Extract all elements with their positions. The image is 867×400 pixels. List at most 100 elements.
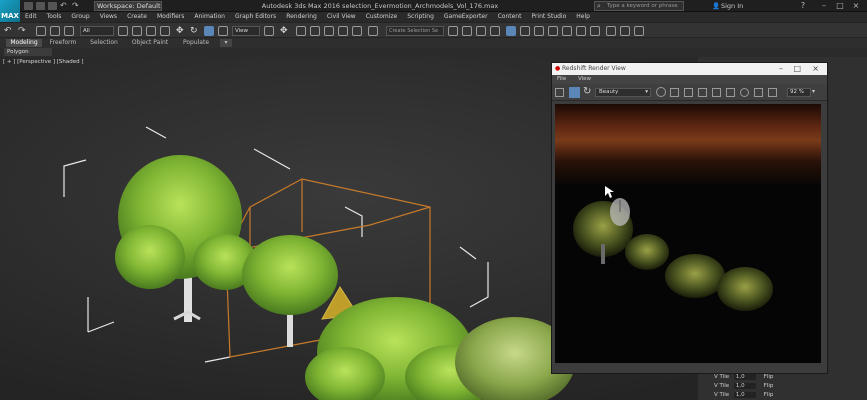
sign-in-link[interactable]: Sign In (721, 2, 743, 10)
percent-snap-icon[interactable] (338, 26, 348, 36)
window-crossing-icon[interactable] (160, 26, 170, 36)
plugin-tool-icon[interactable] (634, 26, 644, 36)
close-icon[interactable]: × (812, 63, 819, 75)
select-by-name-icon[interactable] (132, 26, 142, 36)
spinner-snap-icon[interactable] (352, 26, 362, 36)
menu-animation[interactable]: Animation (189, 12, 230, 22)
render-view-titlebar[interactable]: Redshift Render View ● – □ × (552, 63, 827, 75)
user-icon[interactable]: 👤 (712, 2, 720, 10)
maximize-icon[interactable]: □ (834, 1, 846, 11)
bind-space-warp-icon[interactable] (64, 26, 74, 36)
polygon-modeling-panel[interactable]: Polygon Modeling (4, 48, 52, 63)
menu-civil-view[interactable]: Civil View (322, 12, 361, 22)
param-value-input[interactable]: 1,0 (733, 383, 756, 389)
flip-checkbox[interactable]: Flip (764, 383, 774, 389)
tab-freeform[interactable]: Freeform (46, 39, 80, 47)
lock-icon[interactable] (670, 88, 679, 97)
menu-scripting[interactable]: Scripting (402, 12, 439, 22)
menu-create[interactable]: Create (122, 12, 152, 22)
keyboard-shortcut-icon[interactable] (296, 26, 306, 36)
viewport-label[interactable]: [ + ] [Perspective ] [Shaded ] (3, 59, 84, 65)
aov-dropdown[interactable]: Beauty ▾ (595, 88, 651, 97)
menu-gameexporter[interactable]: GameExporter (439, 12, 493, 22)
flip-checkbox[interactable]: Flip (764, 374, 774, 380)
menu-group[interactable]: Group (66, 12, 94, 22)
snap-toggle-icon[interactable] (310, 26, 320, 36)
help-icon[interactable]: ? (797, 1, 809, 11)
crop-icon[interactable] (684, 88, 693, 97)
flip-checkbox[interactable]: Flip (764, 392, 774, 398)
menu-tools[interactable]: Tools (42, 12, 67, 22)
scale-icon[interactable] (204, 26, 214, 36)
minimize-icon[interactable]: – (818, 1, 830, 11)
render-production-icon[interactable] (576, 26, 586, 36)
render-output[interactable] (555, 104, 821, 363)
display-icon[interactable] (726, 88, 735, 97)
menu-customize[interactable]: Customize (361, 12, 403, 22)
plugin-tool-icon[interactable] (606, 26, 616, 36)
select-manipulate-icon[interactable]: ✥ (280, 26, 290, 36)
render-view-title: Redshift Render View (562, 65, 626, 72)
toggle-scene-explorer-icon[interactable] (476, 26, 486, 36)
minimize-icon[interactable]: – (779, 63, 783, 75)
rendered-frame-window-icon[interactable] (562, 26, 572, 36)
menu-graph-editors[interactable]: Graph Editors (230, 12, 281, 22)
undo-icon[interactable]: ↶ (4, 26, 14, 36)
maximize-icon[interactable]: □ (793, 63, 801, 75)
channel-icon[interactable] (656, 87, 666, 97)
rotate-icon[interactable]: ↻ (190, 26, 200, 36)
ribbon-options-icon[interactable]: ▾ (220, 39, 232, 47)
menu-help[interactable]: Help (571, 12, 595, 22)
move-icon[interactable]: ✥ (176, 26, 186, 36)
save-icon[interactable] (768, 88, 777, 97)
redo-icon[interactable]: ↷ (18, 26, 28, 36)
tab-object-paint[interactable]: Object Paint (128, 39, 172, 47)
pivot-center-icon[interactable] (264, 26, 274, 36)
film-icon[interactable] (555, 88, 564, 97)
menu-modifiers[interactable]: Modifiers (152, 12, 189, 22)
schematic-view-icon[interactable] (520, 26, 530, 36)
zoom-value: 92 % (790, 89, 804, 95)
named-selection-set-input[interactable]: Create Selection Se (386, 26, 444, 36)
tab-selection[interactable]: Selection (86, 39, 122, 47)
menu-edit[interactable]: Edit (20, 12, 42, 22)
color-icon[interactable] (740, 88, 749, 97)
material-editor-icon[interactable] (534, 26, 544, 36)
select-place-icon[interactable] (218, 26, 228, 36)
select-object-icon[interactable] (118, 26, 128, 36)
teapot-render-icon[interactable] (590, 26, 600, 36)
snapshot-icon[interactable] (754, 88, 763, 97)
menu-rendering[interactable]: Rendering (281, 12, 322, 22)
menu-views[interactable]: Views (95, 12, 122, 22)
menu-print-studio[interactable]: Print Studio (526, 12, 571, 22)
menu-content[interactable]: Content (493, 12, 527, 22)
param-value-input[interactable]: 1,0 (733, 392, 756, 398)
search-input[interactable]: ⌕ Type a keyword or phrase (594, 1, 684, 11)
angle-snap-icon[interactable] (324, 26, 334, 36)
edit-named-selection-icon[interactable] (368, 26, 378, 36)
param-value-input[interactable]: 1,0 (733, 374, 756, 380)
rectangle-selection-icon[interactable] (146, 26, 156, 36)
tab-modeling[interactable]: Modeling (6, 39, 42, 47)
render-region-icon[interactable] (569, 87, 580, 98)
render-setup-icon[interactable] (548, 26, 558, 36)
grid-icon[interactable] (698, 88, 707, 97)
close-icon[interactable]: × (850, 1, 862, 11)
plugin-tool-icon[interactable] (620, 26, 630, 36)
rv-menu-file[interactable]: File (552, 76, 571, 82)
settings-icon[interactable] (712, 88, 721, 97)
layer-explorer-icon[interactable] (490, 26, 500, 36)
unlink-icon[interactable] (50, 26, 60, 36)
reference-coordinate-dropdown[interactable]: View (232, 26, 260, 36)
tab-populate[interactable]: Populate (178, 39, 214, 47)
mirror-icon[interactable] (448, 26, 458, 36)
curve-editor-icon[interactable] (506, 26, 516, 36)
link-icon[interactable] (36, 26, 46, 36)
selection-filter-dropdown[interactable]: All (80, 26, 114, 36)
zoom-dropdown[interactable]: 92 % (787, 88, 811, 97)
chevron-down-icon[interactable]: ▾ (812, 88, 815, 95)
redshift-icon: ● (555, 65, 561, 72)
rv-menu-view[interactable]: View (573, 76, 596, 82)
refresh-icon[interactable]: ↻ (583, 86, 591, 97)
align-icon[interactable] (462, 26, 472, 36)
